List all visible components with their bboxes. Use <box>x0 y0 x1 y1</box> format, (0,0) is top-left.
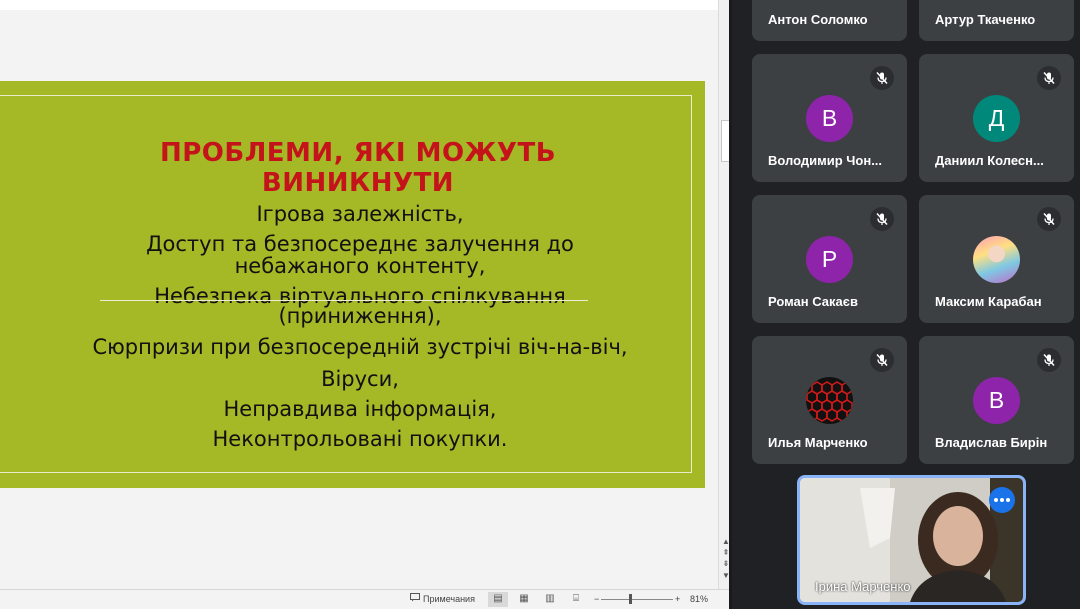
participant-name: Максим Карабан <box>935 294 1042 309</box>
avatar: Д <box>973 95 1020 142</box>
slide-stray-line <box>100 300 588 301</box>
mic-off-icon <box>1037 66 1061 90</box>
slide-text-line: Неправдива інформація, <box>223 397 497 421</box>
self-video-tile[interactable]: Ірина Марченко <box>797 475 1026 605</box>
participant-name: Володимир Чон... <box>768 153 883 168</box>
participant-tile[interactable]: Артур Ткаченко <box>919 0 1074 41</box>
participant-name: Илья Марченко <box>768 435 868 450</box>
notes-label: Примечания <box>423 594 475 604</box>
slide[interactable]: ПРОБЛЕМИ, ЯКІ МОЖУТЬ ВИНИКНУТИ Ігрова за… <box>0 81 705 488</box>
window-edge <box>729 0 732 609</box>
previous-slide-edge <box>0 0 718 10</box>
mic-off-icon <box>1037 348 1061 372</box>
notes-icon <box>410 593 420 606</box>
participant-name: Роман Сакаєв <box>768 294 858 309</box>
slide-text-line: Доступ та безпосереднє залучення до <box>146 232 574 256</box>
notes-button[interactable]: Примечания <box>410 593 475 606</box>
more-options-icon[interactable] <box>989 487 1015 513</box>
hex-pattern-avatar <box>806 377 853 424</box>
mic-off-icon <box>870 348 894 372</box>
zoom-slider[interactable] <box>601 599 673 600</box>
slide-text-line: (приниження), <box>278 304 442 328</box>
zoom-level[interactable]: 81% <box>690 593 708 606</box>
zoom-slider-thumb[interactable] <box>629 594 632 604</box>
photo-avatar <box>973 236 1020 283</box>
status-bar: Примечания ▤ ▦ ▥ ⌸ − + 81% <box>0 589 732 609</box>
mic-off-icon <box>870 207 894 231</box>
participant-name: Антон Соломко <box>768 12 868 27</box>
participant-tile[interactable]: В Владислав Бирін <box>919 336 1074 464</box>
slide-title: ПРОБЛЕМИ, ЯКІ МОЖУТЬ ВИНИКНУТИ <box>159 138 557 198</box>
zoom-in-icon[interactable]: + <box>675 593 680 606</box>
participant-name: Даниил Колесн... <box>935 153 1044 168</box>
mic-off-icon <box>870 66 894 90</box>
self-name: Ірина Марченко <box>815 579 911 594</box>
slide-text-line: небажаного контенту, <box>234 254 486 278</box>
normal-view-icon[interactable]: ▤ <box>488 592 508 607</box>
slide-text-line: Віруси, <box>321 367 399 391</box>
slideshow-icon[interactable]: ⌸ <box>566 592 586 607</box>
participant-tile[interactable]: Р Роман Сакаєв <box>752 195 907 323</box>
mic-off-icon <box>1037 207 1061 231</box>
slide-editor-area: ПРОБЛЕМИ, ЯКІ МОЖУТЬ ВИНИКНУТИ Ігрова за… <box>0 0 718 589</box>
participant-tile[interactable]: Д Даниил Колесн... <box>919 54 1074 182</box>
participant-tile[interactable]: В Володимир Чон... <box>752 54 907 182</box>
slide-sorter-icon[interactable]: ▦ <box>514 592 534 607</box>
participant-tile[interactable]: Максим Карабан <box>919 195 1074 323</box>
avatar: Р <box>806 236 853 283</box>
slide-text-line: Неконтрольовані покупки. <box>212 427 508 451</box>
avatar: В <box>973 377 1020 424</box>
reading-view-icon[interactable]: ▥ <box>540 592 560 607</box>
participant-name: Артур Ткаченко <box>935 12 1036 27</box>
participant-name: Владислав Бирін <box>935 435 1048 450</box>
participant-tile[interactable]: Илья Марченко <box>752 336 907 464</box>
avatar: В <box>806 95 853 142</box>
presentation-window: ПРОБЛЕМИ, ЯКІ МОЖУТЬ ВИНИКНУТИ Ігрова за… <box>0 0 732 609</box>
participant-tile[interactable]: Антон Соломко <box>752 0 907 41</box>
zoom-out-icon[interactable]: − <box>594 593 599 606</box>
slide-text-line: Сюрпризи при безпосередній зустрічі віч-… <box>92 335 628 359</box>
slide-text-line: Ігрова залежність, <box>256 202 464 226</box>
